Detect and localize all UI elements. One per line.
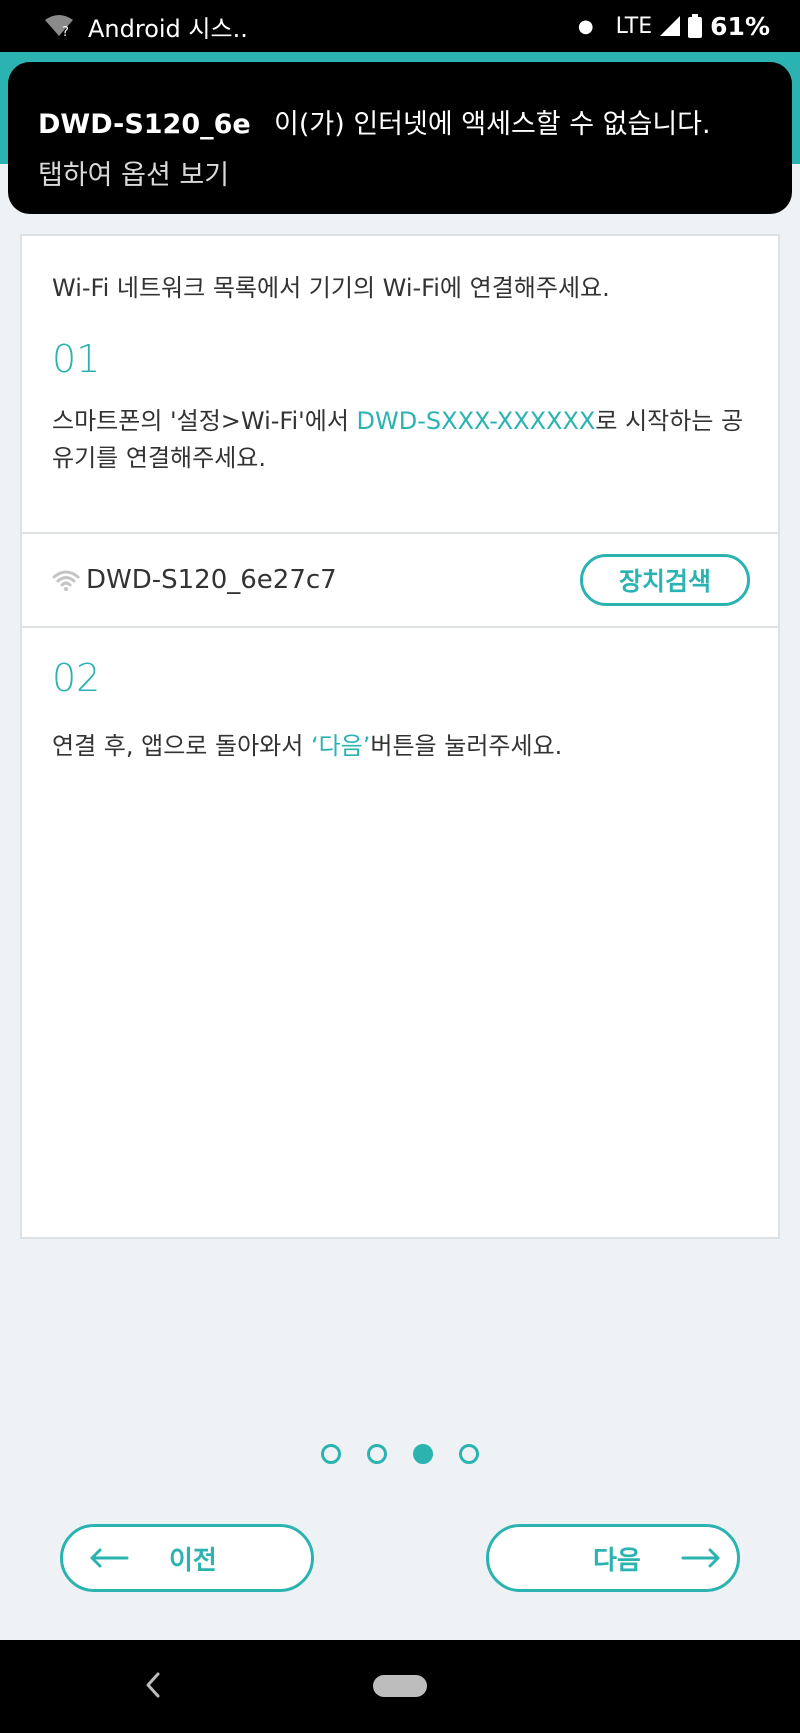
arrow-right-icon xyxy=(681,1548,720,1568)
arrow-left-icon xyxy=(90,1548,129,1568)
prev-button[interactable]: 이전 xyxy=(60,1524,314,1592)
step1-number: 01 xyxy=(52,337,101,381)
home-pill-button[interactable] xyxy=(373,1675,427,1697)
page-dot-4 xyxy=(459,1444,479,1464)
step1-text-before: 스마트폰의 '설정>Wi-Fi'에서 xyxy=(52,407,357,435)
status-left: ? Android 시스.. xyxy=(44,9,578,44)
notification-subtext: 탭하여 옵션 보기 xyxy=(38,160,230,191)
step1-section: Wi-Fi 네트워크 목록에서 기기의 Wi-Fi에 연결해주세요. 01 스마… xyxy=(22,236,778,534)
notification-dot-icon: ● xyxy=(577,15,594,37)
notification-message: 이(가) 인터넷에 액세스할 수 없습니다. xyxy=(274,109,711,140)
next-button-label: 다음 xyxy=(593,1545,641,1576)
prev-button-label: 이전 xyxy=(169,1545,217,1576)
next-button[interactable]: 다음 xyxy=(486,1524,740,1592)
signal-icon xyxy=(660,16,681,36)
instruction-card: Wi-Fi 네트워크 목록에서 기기의 Wi-Fi에 연결해주세요. 01 스마… xyxy=(20,234,780,1239)
status-right: ● LTE 61% xyxy=(578,12,770,41)
notification-banner[interactable]: DWD-S120_6e 이(가) 인터넷에 액세스할 수 없습니다. 탭하여 옵… xyxy=(8,62,792,214)
screen: ? Android 시스.. ● LTE 61% DWD-S120_6e 이(가… xyxy=(0,0,800,1733)
intro-text: Wi-Fi 네트워크 목록에서 기기의 Wi-Fi에 연결해주세요. xyxy=(52,274,610,302)
wifi-question-icon: ? xyxy=(45,15,73,38)
system-nav-bar xyxy=(0,1640,800,1733)
battery-percent: 61% xyxy=(710,11,770,41)
status-notification-text: Android 시스.. xyxy=(88,14,248,43)
battery-icon xyxy=(688,14,703,38)
page-dot-2 xyxy=(367,1444,387,1464)
back-icon[interactable] xyxy=(142,1670,162,1700)
notification-row: DWD-S120_6e 이(가) 인터넷에 액세스할 수 없습니다. xyxy=(38,102,762,141)
status-bar: ? Android 시스.. ● LTE 61% xyxy=(0,0,800,52)
page-dot-1 xyxy=(321,1444,341,1464)
page-dot-3 xyxy=(413,1444,433,1464)
step2-number: 02 xyxy=(52,656,101,700)
step2-highlight: ‘다음’ xyxy=(310,732,371,760)
step2-text-before: 연결 후, 앱으로 돌아와서 xyxy=(52,732,311,760)
page-indicator xyxy=(0,1444,800,1464)
device-search-button[interactable]: 장치검색 xyxy=(580,554,750,606)
step2-text-after: 버튼을 눌러주세요. xyxy=(370,732,563,760)
svg-text:?: ? xyxy=(62,25,69,38)
step2-section: 02 연결 후, 앱으로 돌아와서 ‘다음’버튼을 눌러주세요. xyxy=(22,628,778,765)
step2-text: 연결 후, 앱으로 돌아와서 ‘다음’버튼을 눌러주세요. xyxy=(52,728,748,765)
device-name: DWD-S120_6e27c7 xyxy=(86,565,337,595)
device-row: DWD-S120_6e27c7 장치검색 xyxy=(22,534,778,628)
step1-text: 스마트폰의 '설정>Wi-Fi'에서 DWD-SXXX-XXXXXX로 시작하는… xyxy=(52,403,748,477)
wifi-icon xyxy=(52,570,80,591)
step1-highlight: DWD-SXXX-XXXXXX xyxy=(356,407,596,435)
notification-device: DWD-S120_6e xyxy=(38,109,251,140)
lte-label: LTE xyxy=(615,13,653,39)
